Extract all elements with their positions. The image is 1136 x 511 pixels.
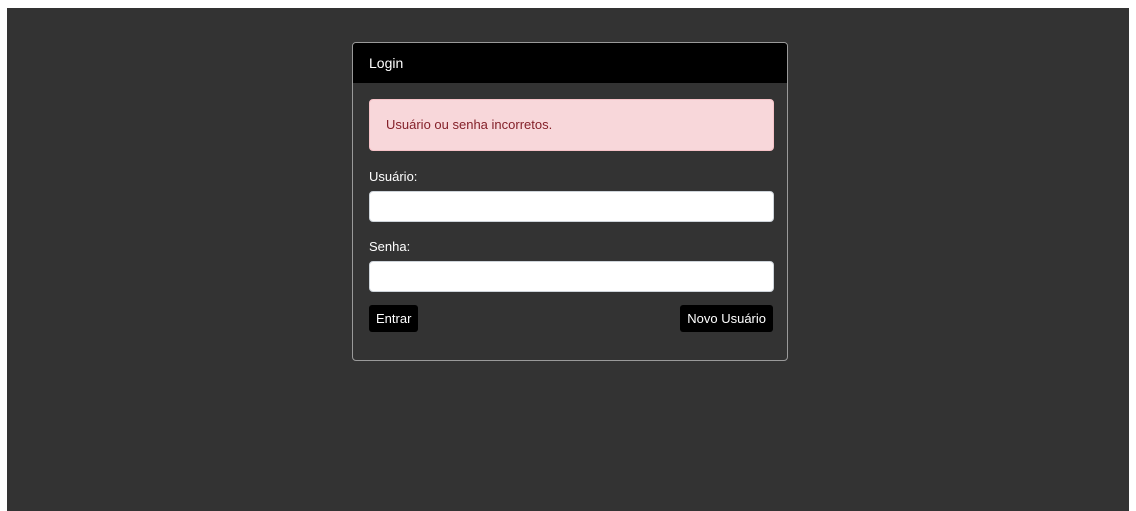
- login-button[interactable]: Entrar: [369, 305, 419, 332]
- error-alert: Usuário ou senha incorretos.: [369, 99, 774, 151]
- username-input[interactable]: [369, 191, 774, 222]
- username-label: Usuário:: [369, 169, 418, 184]
- new-user-button[interactable]: Novo Usuário: [680, 305, 773, 332]
- login-card: Login Usuário ou senha incorretos. Usuár…: [352, 42, 788, 361]
- login-card-header: Login: [353, 43, 787, 83]
- password-label: Senha:: [369, 239, 411, 254]
- page-background: Login Usuário ou senha incorretos. Usuár…: [7, 8, 1129, 511]
- password-input[interactable]: [369, 261, 774, 292]
